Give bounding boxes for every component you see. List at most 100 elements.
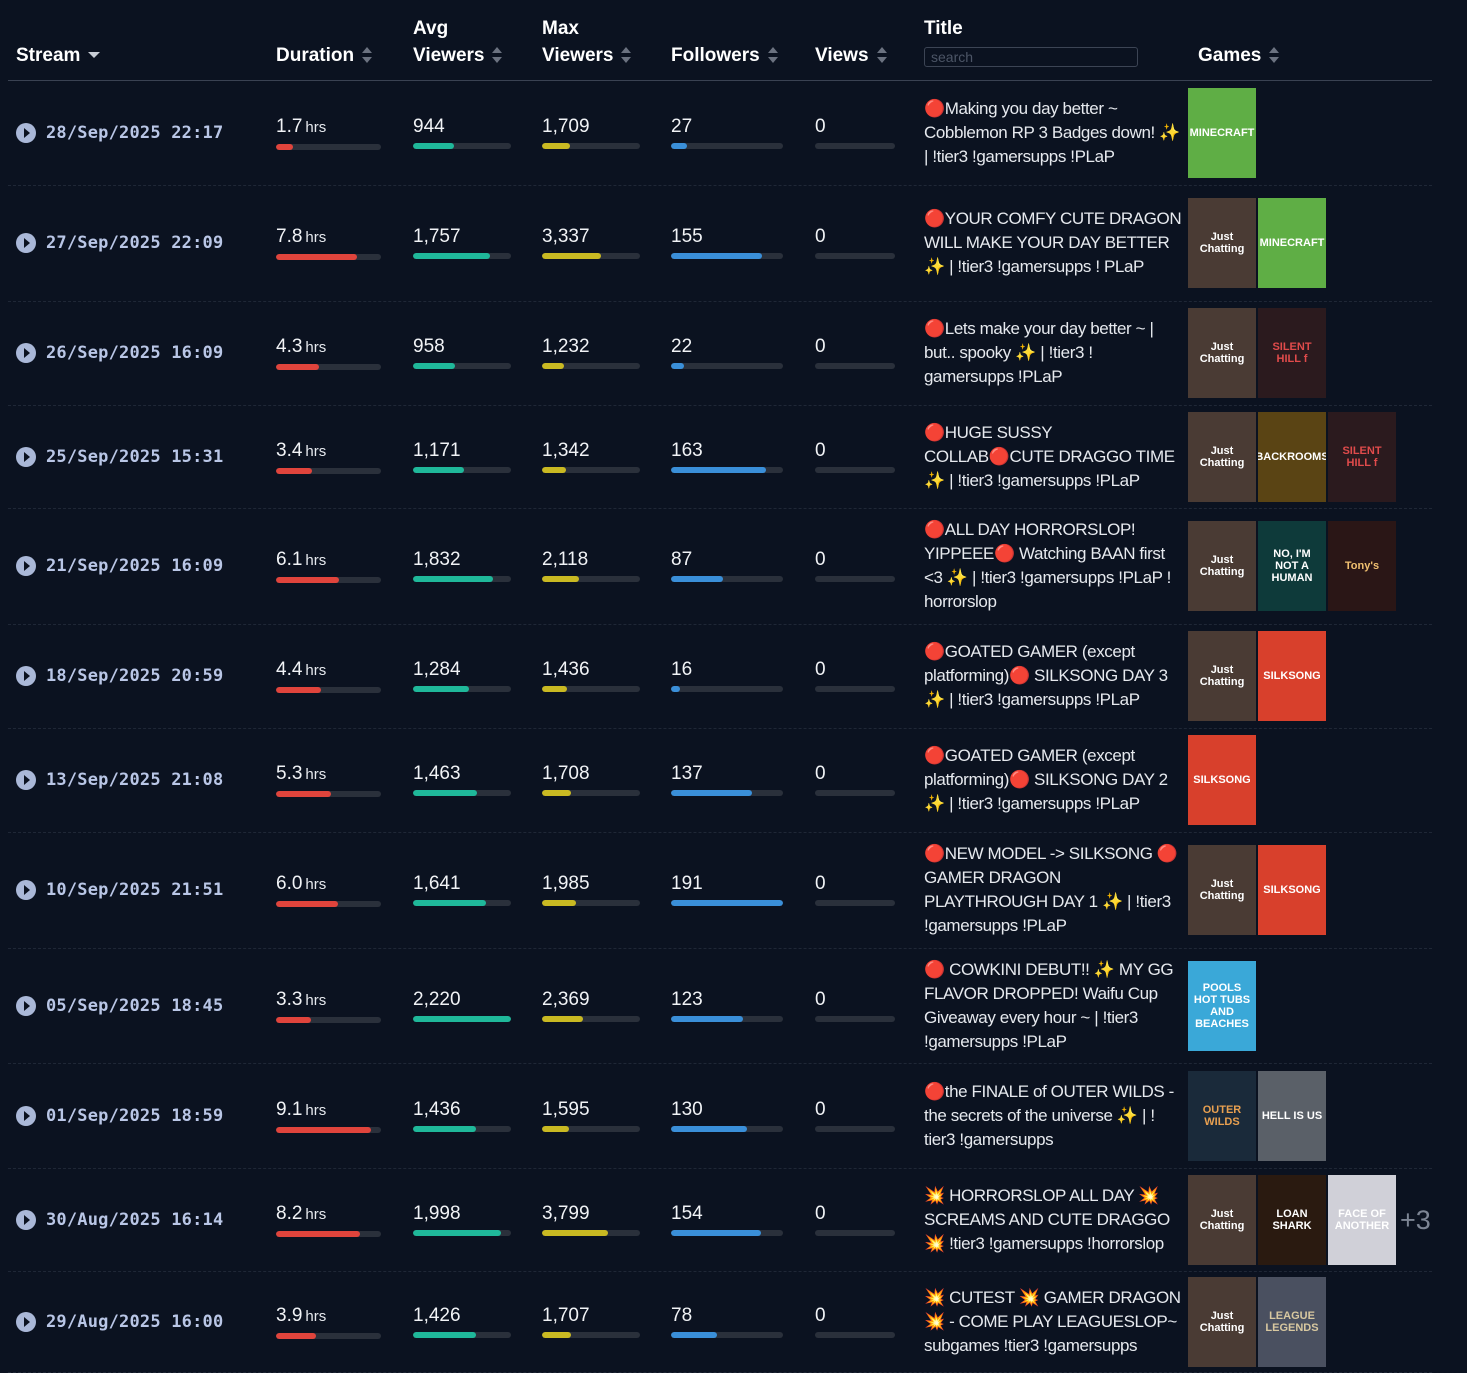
stream-date[interactable]: 27/Sep/2025 22:09 bbox=[46, 233, 223, 253]
table-row[interactable]: 28/Sep/2025 22:17 1.7 hrs 944 1,709 27 0 🔴Makin… bbox=[8, 81, 1432, 186]
duration-column-header[interactable]: Duration bbox=[276, 42, 373, 69]
followers-bar-fill bbox=[671, 143, 687, 149]
table-row[interactable]: 26/Sep/2025 16:09 4.3 hrs 958 1,232 22 0 🔴Lets … bbox=[8, 301, 1432, 406]
play-circle-icon[interactable] bbox=[16, 123, 36, 143]
play-circle-icon[interactable] bbox=[16, 1210, 36, 1230]
game-thumbnail-silksong[interactable]: SILKSONG bbox=[1258, 631, 1326, 721]
play-circle-icon[interactable] bbox=[16, 1312, 36, 1332]
games-list: MINECRAFT bbox=[1188, 88, 1256, 178]
duration-number: 4.4 bbox=[276, 659, 303, 680]
game-thumbnail-silent-hill[interactable]: SILENT HILL f bbox=[1258, 308, 1326, 398]
play-circle-icon[interactable] bbox=[16, 233, 36, 253]
game-thumbnail-just-chatting[interactable]: Just Chatting bbox=[1188, 631, 1256, 721]
stream-date[interactable]: 29/Aug/2025 16:00 bbox=[46, 1312, 223, 1332]
table-row[interactable]: 30/Aug/2025 16:14 8.2 hrs 1,998 3,799 154 0 💥 H… bbox=[8, 1168, 1432, 1272]
avg-viewers-column-header[interactable]: Avg Viewers bbox=[413, 15, 503, 69]
play-circle-icon[interactable] bbox=[16, 343, 36, 363]
games-column-header[interactable]: Games bbox=[1198, 42, 1280, 69]
game-thumbnail-just-chatting[interactable]: Just Chatting bbox=[1188, 521, 1256, 611]
duration-bar bbox=[276, 1231, 381, 1237]
views-bar bbox=[815, 1332, 895, 1338]
game-thumbnail-minecraft[interactable]: MINECRAFT bbox=[1188, 88, 1256, 178]
stream-date[interactable]: 10/Sep/2025 21:51 bbox=[46, 880, 223, 900]
stream-date[interactable]: 18/Sep/2025 20:59 bbox=[46, 666, 223, 686]
stream-title: 🔴GOATED GAMER (except platforming)🔴 SILK… bbox=[924, 642, 1168, 709]
stream-date[interactable]: 21/Sep/2025 16:09 bbox=[46, 556, 223, 576]
stream-column-header[interactable]: Stream bbox=[16, 42, 101, 69]
stream-link[interactable]: 10/Sep/2025 21:51 bbox=[16, 880, 223, 900]
max-header-line2: Viewers bbox=[542, 45, 614, 66]
stream-date[interactable]: 26/Sep/2025 16:09 bbox=[46, 343, 223, 363]
stream-date[interactable]: 13/Sep/2025 21:08 bbox=[46, 770, 223, 790]
stream-date[interactable]: 30/Aug/2025 16:14 bbox=[46, 1210, 223, 1230]
game-thumbnail-minecraft[interactable]: MINECRAFT bbox=[1258, 198, 1326, 288]
game-thumbnail-just-chatting[interactable]: Just Chatting bbox=[1188, 308, 1256, 398]
stream-date[interactable]: 25/Sep/2025 15:31 bbox=[46, 447, 223, 467]
game-thumbnail-backrooms[interactable]: BACKROOMS bbox=[1258, 412, 1326, 502]
play-circle-icon[interactable] bbox=[16, 666, 36, 686]
stream-link[interactable]: 26/Sep/2025 16:09 bbox=[16, 343, 223, 363]
max-viewers-value: 1,708 bbox=[542, 763, 640, 785]
game-thumbnail-silent-hill[interactable]: SILENT HILL f bbox=[1328, 412, 1396, 502]
game-thumbnail-just-chatting[interactable]: Just Chatting bbox=[1188, 198, 1256, 288]
table-row[interactable]: 18/Sep/2025 20:59 4.4 hrs 1,284 1,436 16 0 🔴GOA… bbox=[8, 624, 1432, 729]
play-circle-icon[interactable] bbox=[16, 880, 36, 900]
stream-link[interactable]: 18/Sep/2025 20:59 bbox=[16, 666, 223, 686]
game-thumbnail-hell-is-us[interactable]: HELL IS US bbox=[1258, 1071, 1326, 1161]
stream-link[interactable]: 28/Sep/2025 22:17 bbox=[16, 123, 223, 143]
table-row[interactable]: 10/Sep/2025 21:51 6.0 hrs 1,641 1,985 191 0 🔴NE… bbox=[8, 832, 1432, 949]
stream-link[interactable]: 29/Aug/2025 16:00 bbox=[16, 1312, 223, 1332]
game-thumbnail-outer-wilds[interactable]: OUTER WILDS bbox=[1188, 1071, 1256, 1161]
max-viewers-cell: 3,799 bbox=[542, 1203, 640, 1236]
max-viewers-number: 3,799 bbox=[542, 1203, 590, 1224]
table-row[interactable]: 29/Aug/2025 16:00 3.9 hrs 1,426 1,707 78 0 💥 CU… bbox=[8, 1271, 1432, 1373]
play-circle-icon[interactable] bbox=[16, 556, 36, 576]
game-thumbnail-pools[interactable]: POOLS HOT TUBS AND BEACHES bbox=[1188, 961, 1256, 1051]
table-row[interactable]: 25/Sep/2025 15:31 3.4 hrs 1,171 1,342 163 0 🔴HU… bbox=[8, 405, 1432, 509]
game-thumbnail-tonys[interactable]: Tony's bbox=[1328, 521, 1396, 611]
duration-value: 6.0 hrs bbox=[276, 873, 381, 896]
stream-link[interactable]: 25/Sep/2025 15:31 bbox=[16, 447, 223, 467]
stream-date[interactable]: 28/Sep/2025 22:17 bbox=[46, 123, 223, 143]
duration-number: 3.3 bbox=[276, 989, 303, 1010]
views-column-header[interactable]: Views bbox=[815, 42, 887, 69]
stream-date[interactable]: 05/Sep/2025 18:45 bbox=[46, 996, 223, 1016]
stream-link[interactable]: 30/Aug/2025 16:14 bbox=[16, 1210, 223, 1230]
play-circle-icon[interactable] bbox=[16, 447, 36, 467]
game-thumbnail-loan-shark[interactable]: LOAN SHARK bbox=[1258, 1175, 1326, 1265]
stream-link[interactable]: 21/Sep/2025 16:09 bbox=[16, 556, 223, 576]
game-thumbnail-silksong[interactable]: SILKSONG bbox=[1258, 845, 1326, 935]
table-row[interactable]: 27/Sep/2025 22:09 7.8 hrs 1,757 3,337 155 0 🔴YO… bbox=[8, 185, 1432, 302]
table-row[interactable]: 21/Sep/2025 16:09 6.1 hrs 1,832 2,118 87 0 🔴ALL… bbox=[8, 508, 1432, 625]
play-circle-icon[interactable] bbox=[16, 770, 36, 790]
play-circle-icon[interactable] bbox=[16, 1106, 36, 1126]
game-thumbnail-just-chatting[interactable]: Just Chatting bbox=[1188, 845, 1256, 935]
game-thumbnail-just-chatting[interactable]: Just Chatting bbox=[1188, 1277, 1256, 1367]
game-thumbnail-just-chatting[interactable]: Just Chatting bbox=[1188, 1175, 1256, 1265]
stream-title: 🔴Lets make your day better ~ | but.. spo… bbox=[924, 319, 1154, 386]
views-cell: 0 bbox=[815, 116, 895, 149]
more-games-count[interactable]: +3 bbox=[1400, 1205, 1431, 1236]
stream-link[interactable]: 13/Sep/2025 21:08 bbox=[16, 770, 223, 790]
game-thumbnail-face-of-another[interactable]: FACE OF ANOTHER bbox=[1328, 1175, 1396, 1265]
game-thumbnail-silksong[interactable]: SILKSONG bbox=[1188, 735, 1256, 825]
title-search-input[interactable] bbox=[924, 47, 1138, 67]
games-list: SILKSONG bbox=[1188, 735, 1256, 825]
stream-link[interactable]: 01/Sep/2025 18:59 bbox=[16, 1106, 223, 1126]
play-circle-icon[interactable] bbox=[16, 996, 36, 1016]
game-thumbnail-no-im-not-human[interactable]: NO, I'M NOT A HUMAN bbox=[1258, 521, 1326, 611]
table-row[interactable]: 05/Sep/2025 18:45 3.3 hrs 2,220 2,369 123 0 🔴 C… bbox=[8, 948, 1432, 1064]
game-thumbnail-just-chatting[interactable]: Just Chatting bbox=[1188, 412, 1256, 502]
stream-link[interactable]: 05/Sep/2025 18:45 bbox=[16, 996, 223, 1016]
games-list: Just Chatting SILKSONG bbox=[1188, 631, 1326, 721]
avg-viewers-number: 1,998 bbox=[413, 1203, 461, 1224]
followers-column-header[interactable]: Followers bbox=[671, 42, 778, 69]
views-bar bbox=[815, 900, 895, 906]
table-row[interactable]: 13/Sep/2025 21:08 5.3 hrs 1,463 1,708 137 0 🔴GO… bbox=[8, 728, 1432, 833]
table-row[interactable]: 01/Sep/2025 18:59 9.1 hrs 1,436 1,595 130 0 🔴th… bbox=[8, 1063, 1432, 1169]
views-cell: 0 bbox=[815, 1305, 895, 1338]
stream-link[interactable]: 27/Sep/2025 22:09 bbox=[16, 233, 223, 253]
stream-date[interactable]: 01/Sep/2025 18:59 bbox=[46, 1106, 223, 1126]
max-viewers-column-header[interactable]: Max Viewers bbox=[542, 15, 632, 69]
game-thumbnail-league[interactable]: LEAGUE LEGENDS bbox=[1258, 1277, 1326, 1367]
